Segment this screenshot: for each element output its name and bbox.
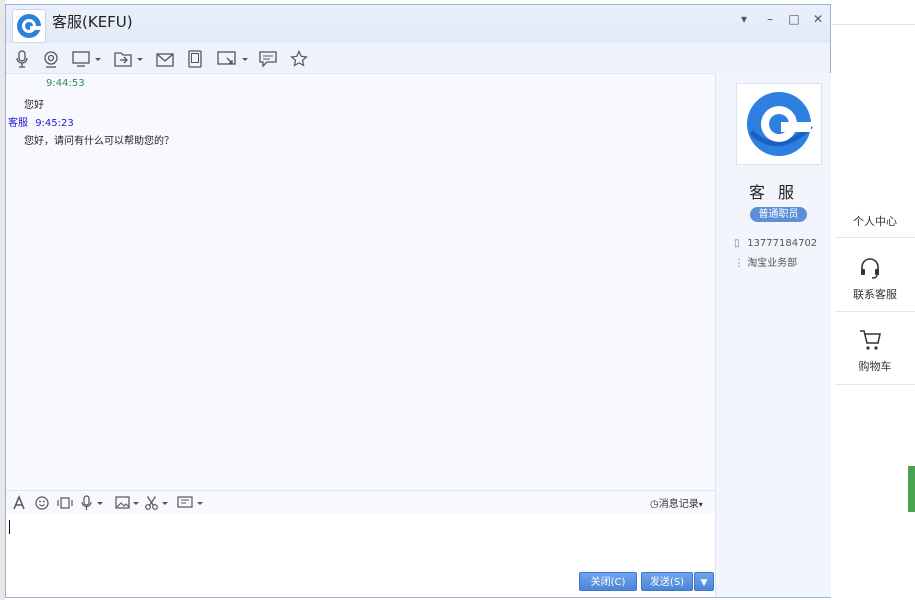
headset-icon: [861, 258, 879, 279]
quick-reply-icon[interactable]: [177, 495, 205, 511]
font-icon[interactable]: [12, 495, 26, 511]
microphone-icon[interactable]: [14, 49, 30, 69]
mail-icon[interactable]: [156, 50, 174, 70]
personal-center-link[interactable]: 个人中心: [835, 213, 915, 229]
close-window-button[interactable]: ✕: [810, 11, 826, 27]
send-button[interactable]: 发送(S): [641, 572, 693, 591]
chat-toolbar: [6, 43, 830, 73]
voice-message-icon[interactable]: [80, 495, 106, 511]
close-chat-button[interactable]: 关闭(C): [579, 572, 637, 591]
app-logo-icon: [747, 92, 813, 156]
input-toolbar: ◷消息记录▾: [6, 490, 715, 515]
chevron-down-icon: ▾: [698, 500, 703, 509]
contact-phone-row: ▯ 13777184702: [734, 238, 817, 249]
image-icon[interactable]: [115, 495, 141, 511]
chevron-down-icon: ▼: [700, 578, 708, 588]
send-options-button[interactable]: ▼: [694, 572, 714, 591]
clock-icon: ◷: [650, 499, 659, 510]
message-history-label: 消息记录: [658, 499, 699, 510]
message-history-button[interactable]: ◷消息记录▾: [650, 495, 703, 510]
camera-icon[interactable]: [42, 49, 60, 69]
maximize-button[interactable]: □: [786, 11, 802, 27]
message-text: 您好，请问有什么可以帮助您的？: [24, 136, 174, 147]
contact-service-link[interactable]: 联系客服: [835, 286, 915, 302]
message-input[interactable]: 关闭(C) 发送(S) ▼: [6, 514, 715, 597]
phone-icon: ▯: [734, 238, 740, 249]
message-text: 您好: [24, 100, 44, 111]
mobile-icon[interactable]: [188, 49, 202, 69]
shopping-cart-icon: [860, 330, 881, 350]
text-cursor: [9, 520, 10, 534]
screenshot-scissors-icon[interactable]: [144, 495, 170, 511]
contact-name: 客 服: [748, 183, 799, 202]
background-divider: [832, 24, 915, 25]
message-board-icon[interactable]: [259, 49, 277, 69]
remote-desktop-icon[interactable]: [217, 49, 251, 69]
chat-transcript[interactable]: 9:44:53 您好 客服 9:45:23 您好，请问有什么可以帮助您的？: [6, 73, 715, 491]
contact-department: 淘宝业务部: [747, 258, 798, 269]
message-time: 9:44:53: [46, 78, 85, 89]
contact-department-row: ⋮ 淘宝业务部: [734, 254, 797, 269]
chat-window: 客服(KEFU) ▾ – □ ✕ 9:44:53 您好 客服 9:45:23 您…: [5, 4, 831, 598]
organization-icon: ⋮: [734, 258, 744, 269]
screen-share-icon[interactable]: [72, 49, 104, 69]
contact-info-panel: 客 服 普通职员 ▯ 13777184702 ⋮ 淘宝业务部: [715, 73, 831, 597]
message-sender: 客服: [8, 118, 28, 129]
emoji-icon[interactable]: [35, 495, 49, 511]
message-header: 客服 9:45:23: [8, 114, 74, 129]
shake-window-icon[interactable]: [57, 495, 73, 511]
background-green-block: [908, 466, 915, 512]
favorite-star-icon[interactable]: [290, 49, 308, 69]
divider: [835, 311, 915, 312]
window-title: 客服(KEFU): [52, 13, 133, 31]
role-badge: 普通职员: [750, 207, 807, 222]
contact-phone[interactable]: 13777184702: [747, 238, 817, 249]
contact-profile-picture[interactable]: [736, 83, 822, 165]
message-time: 9:45:23: [35, 118, 74, 129]
message-header: 9:44:53: [10, 78, 85, 89]
divider: [835, 384, 915, 385]
minimize-button[interactable]: –: [762, 11, 778, 27]
contact-avatar[interactable]: [12, 9, 46, 43]
window-menu-button[interactable]: ▾: [736, 11, 752, 27]
divider: [835, 237, 915, 238]
app-logo-icon: [17, 14, 41, 38]
title-bar[interactable]: 客服(KEFU) ▾ – □ ✕: [6, 5, 830, 43]
file-transfer-icon[interactable]: [114, 49, 146, 69]
cart-link[interactable]: 购物车: [835, 358, 915, 374]
